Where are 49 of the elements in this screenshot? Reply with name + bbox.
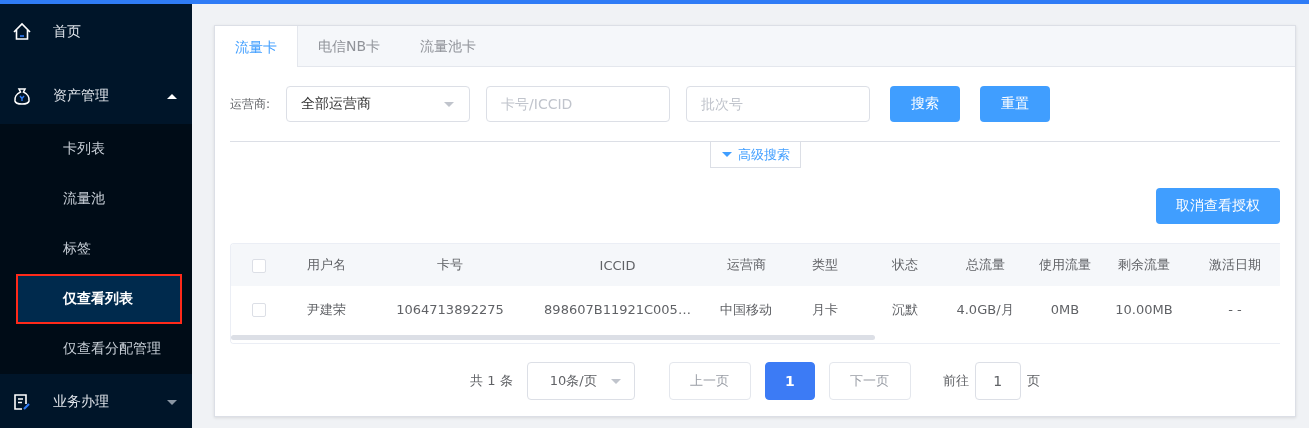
caret-icon xyxy=(166,397,178,407)
table-cell: 中国移动 xyxy=(720,301,772,317)
column-header: 用户名 xyxy=(306,257,346,272)
batch-number-field[interactable]: 批次号 xyxy=(686,86,871,122)
sidebar-subitem[interactable]: 仅查看列表 xyxy=(16,274,182,324)
page-number-field[interactable]: 1 xyxy=(974,362,1021,400)
table-cell: 0MB xyxy=(1050,302,1080,317)
home-icon xyxy=(12,22,32,42)
caret-icon xyxy=(166,91,178,101)
sidebar-item[interactable]: 首页 xyxy=(0,4,192,60)
table-cell: 尹建荣 xyxy=(306,301,346,317)
card-number-field[interactable]: 卡号/ICCID xyxy=(486,86,671,122)
total-count: 共 1 条 xyxy=(470,372,513,390)
column-header: 类型 xyxy=(812,257,838,272)
table-cell: 1064713892275 xyxy=(396,302,504,317)
page-size-dropdown[interactable]: 10条/页 xyxy=(526,362,635,400)
column-header: 卡号 xyxy=(437,257,463,272)
table-cell: 月卡 xyxy=(812,301,838,317)
table-cell: - - xyxy=(1228,302,1242,317)
page-button[interactable]: 1 xyxy=(764,362,815,400)
table-cell: 沉默 xyxy=(892,301,918,317)
column-header: 状态 xyxy=(892,257,918,272)
sidebar-subitem[interactable]: 标签 xyxy=(0,224,192,274)
table-cell: 4.0GB/月 xyxy=(956,301,1014,317)
column-header: 剩余流量 xyxy=(1118,257,1170,272)
sidebar-subitem[interactable]: 流量池 xyxy=(0,174,192,224)
column-header: ICCID xyxy=(599,257,636,273)
table-cell: 898607B11921C005… xyxy=(544,302,691,317)
column-header: 总流量 xyxy=(965,257,1005,272)
table-cell: 10.00MB xyxy=(1115,302,1173,317)
caret-icon xyxy=(609,376,622,386)
checkbox[interactable] xyxy=(252,258,266,273)
caret-icon xyxy=(720,150,733,159)
checkbox[interactable] xyxy=(252,303,266,318)
column-header: 运营商 xyxy=(726,257,766,272)
field-label: 运营商: xyxy=(230,95,271,113)
scrollbar-thumb[interactable] xyxy=(231,335,875,340)
sidebar-item[interactable]: 业务办理 xyxy=(0,374,192,428)
document-pencil-icon xyxy=(12,392,32,412)
column-header: 使用流量 xyxy=(1039,257,1091,272)
page-suffix: 页 xyxy=(1026,372,1040,390)
column-header: 激活日期 xyxy=(1209,257,1261,272)
sidebar-subitem[interactable]: 卡列表 xyxy=(0,124,192,174)
sidebar-subitem[interactable]: 仅查看分配管理 xyxy=(0,324,192,374)
sidebar-item[interactable]: 资产管理 xyxy=(0,68,192,124)
caret-icon xyxy=(443,99,456,109)
money-bag-icon xyxy=(12,86,32,106)
goto-label: 前往 xyxy=(942,372,969,390)
operator-dropdown[interactable]: 全部运营商 xyxy=(286,86,471,122)
